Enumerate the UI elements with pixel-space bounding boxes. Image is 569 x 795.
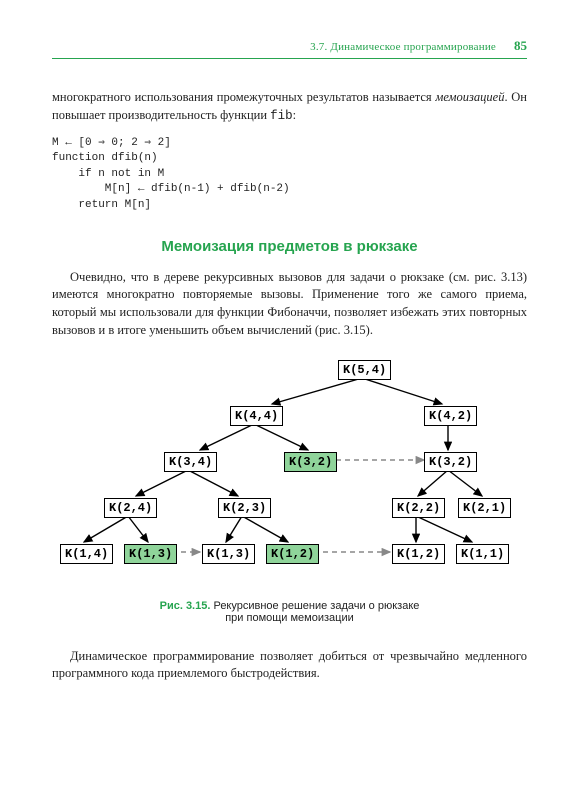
node-k13-memo: K(1,3): [124, 544, 177, 564]
section-label: 3.7. Динамическое программирование: [310, 41, 496, 53]
node-k21: K(2,1): [458, 498, 511, 518]
text: многократного использования промежуточны…: [52, 90, 435, 104]
code-ident-fib: fib: [270, 109, 293, 123]
caption-text-a: Рекурсивное решение задачи о рюкзаке: [210, 600, 419, 612]
node-k12-memo: K(1,2): [266, 544, 319, 564]
figure-caption: Рис. 3.15. Рекурсивное решение задачи о …: [52, 600, 527, 624]
node-k32: K(3,2): [424, 452, 477, 472]
node-k42: K(4,2): [424, 406, 477, 426]
caption-text-b: при помощи мемоизации: [225, 612, 354, 624]
node-k14: K(1,4): [60, 544, 113, 564]
node-k32-memo: K(3,2): [284, 452, 337, 472]
term-memoization: мемоизацией: [435, 90, 504, 104]
code-block-dfib: M ← [0 ⇒ 0; 2 ⇒ 2] function dfib(n) if n…: [52, 136, 527, 214]
node-k23: K(2,3): [218, 498, 271, 518]
figure-3-15: K(5,4) K(4,4) K(4,2) K(3,4) K(3,2) K(3,2…: [28, 354, 526, 594]
para-1: многократного использования промежуточны…: [52, 89, 527, 126]
para-2: Очевидно, что в дереве рекурсивных вызов…: [52, 269, 527, 340]
node-k24: K(2,4): [104, 498, 157, 518]
page-header: 3.7. Динамическое программирование 85: [52, 38, 527, 59]
node-k34: K(3,4): [164, 452, 217, 472]
subheading-memo-knapsack: Мемоизация предметов в рюкзаке: [52, 238, 527, 255]
node-k12: K(1,2): [392, 544, 445, 564]
para-3: Динамическое программирование позволяет …: [52, 648, 527, 684]
page: 3.7. Динамическое программирование 85 мн…: [0, 0, 569, 795]
node-k44: K(4,4): [230, 406, 283, 426]
node-k54: K(5,4): [338, 360, 391, 380]
node-k22: K(2,2): [392, 498, 445, 518]
caption-label: Рис. 3.15.: [160, 600, 211, 612]
page-number: 85: [514, 38, 527, 54]
node-k13: K(1,3): [202, 544, 255, 564]
node-k11: K(1,1): [456, 544, 509, 564]
text: :: [293, 108, 296, 122]
